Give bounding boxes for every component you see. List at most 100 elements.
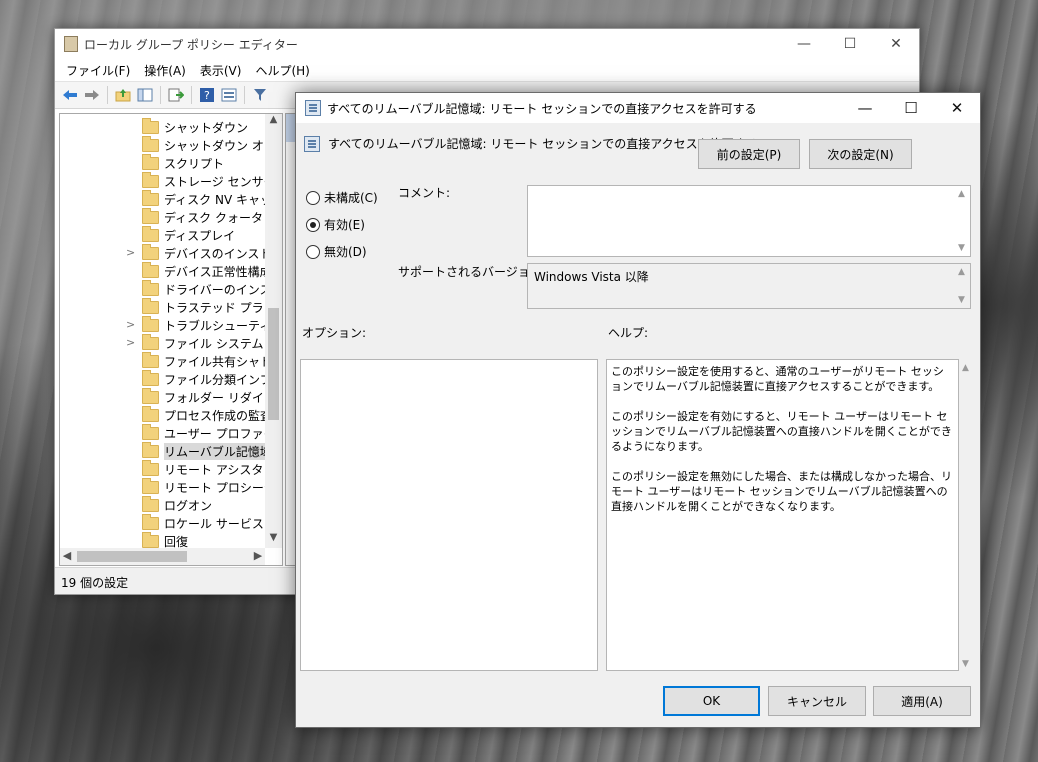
scroll-up-arrow-icon[interactable]: ▲	[958, 267, 965, 277]
scroll-up-arrow-icon[interactable]: ▲	[265, 114, 282, 130]
tree-horizontal-scrollbar[interactable]: ◀ ▶	[60, 548, 265, 565]
tree-item[interactable]: ドライバーのインストール	[60, 280, 265, 298]
tree-item[interactable]: ディスプレイ	[60, 226, 265, 244]
help-scrollbar[interactable]: ▲ ▼	[960, 359, 974, 671]
properties-icon[interactable]	[220, 86, 238, 104]
tree-rows: シャットダウンシャットダウン オプショスクリプトストレージ センサーディスク N…	[60, 118, 265, 550]
scroll-right-arrow-icon[interactable]: ▶	[251, 549, 265, 562]
tree-item[interactable]: シャットダウン オプショ	[60, 136, 265, 154]
scroll-up-arrow-icon[interactable]: ▲	[962, 363, 969, 373]
folder-icon	[142, 478, 159, 494]
supported-on-value: Windows Vista 以降	[534, 270, 649, 284]
expand-chevron-icon[interactable]: >	[126, 246, 136, 259]
scroll-down-arrow-icon[interactable]: ▼	[962, 659, 969, 669]
help-panel[interactable]: このポリシー設定を使用すると、通常のユーザーがリモート セッションでリムーバブル…	[606, 359, 959, 671]
tree-item[interactable]: シャットダウン	[60, 118, 265, 136]
tree-item-label: スクリプト	[164, 157, 225, 171]
options-panel[interactable]	[300, 359, 598, 671]
tree-item[interactable]: ファイル共有シャドウ コ	[60, 352, 265, 370]
radio-enabled[interactable]: 有効(E)	[306, 216, 365, 233]
supported-scrollbar[interactable]: ▲ ▼	[956, 264, 970, 308]
tree-item[interactable]: ストレージ センサー	[60, 172, 265, 190]
ok-button[interactable]: OK	[663, 686, 760, 716]
tree-item[interactable]: > デバイスのインストール	[60, 244, 265, 262]
radio-not-configured[interactable]: 未構成(C)	[306, 189, 378, 206]
tree-item[interactable]: リムーバブル記憶域へ	[60, 442, 265, 460]
tree-item[interactable]: ログオン	[60, 496, 265, 514]
svg-text:?: ?	[204, 89, 210, 102]
menu-view[interactable]: 表示(V)	[193, 62, 249, 79]
dialog-maximize-button[interactable]: ☐	[888, 93, 934, 123]
radio-circle[interactable]	[306, 244, 320, 259]
tree-item[interactable]: デバイス正常性構成証	[60, 262, 265, 280]
tree-item-label: シャットダウン	[164, 121, 249, 135]
tree-item[interactable]: トラステッド プラットフォ	[60, 298, 265, 316]
tree-item[interactable]: リモート アシスタンス	[60, 460, 265, 478]
tree-item-label: ストレージ センサー	[164, 175, 265, 189]
scroll-down-arrow-icon[interactable]: ▼	[265, 532, 282, 548]
export-list-icon[interactable]	[167, 86, 185, 104]
tree-hscroll-thumb[interactable]	[77, 551, 187, 562]
show-hide-tree-icon[interactable]	[136, 86, 154, 104]
tree-item-label: デバイス正常性構成証	[164, 265, 265, 279]
previous-setting-button[interactable]: 前の設定(P)	[698, 139, 800, 169]
minimize-button[interactable]: —	[781, 29, 827, 59]
next-setting-button[interactable]: 次の設定(N)	[809, 139, 912, 169]
expand-chevron-icon[interactable]: >	[126, 336, 136, 349]
tree-item[interactable]: ファイル分類インフラス	[60, 370, 265, 388]
setting-icon	[304, 135, 320, 152]
tree-item-label: シャットダウン オプショ	[164, 139, 265, 153]
folder-icon	[142, 280, 159, 296]
menu-action[interactable]: 操作(A)	[137, 62, 193, 79]
options-label: オプション:	[302, 326, 367, 340]
policy-setting-dialog: すべてのリムーバブル記憶域: リモート セッションでの直接アクセスを許可する —…	[295, 92, 981, 728]
comment-scrollbar[interactable]: ▲ ▼	[956, 186, 970, 256]
menu-file[interactable]: ファイル(F)	[59, 62, 137, 79]
cancel-button[interactable]: キャンセル	[768, 686, 866, 716]
forward-icon[interactable]	[83, 86, 101, 104]
scroll-down-arrow-icon[interactable]: ▼	[958, 243, 965, 253]
tree-item[interactable]: > ファイル システム	[60, 334, 265, 352]
help-icon[interactable]: ?	[198, 86, 216, 104]
policy-icon	[305, 100, 321, 116]
tree-item[interactable]: ユーザー プロファイル	[60, 424, 265, 442]
expand-chevron-icon[interactable]: >	[126, 318, 136, 331]
radio-circle[interactable]	[306, 217, 320, 232]
tree-item[interactable]: > トラブルシューティングと	[60, 316, 265, 334]
help-label: ヘルプ:	[608, 326, 649, 340]
maximize-button[interactable]: ☐	[827, 29, 873, 59]
policy-tree[interactable]: シャットダウンシャットダウン オプショスクリプトストレージ センサーディスク N…	[59, 113, 283, 566]
tree-vertical-scrollbar[interactable]: ▲ ▼	[265, 114, 282, 548]
gpedit-app-icon	[64, 36, 78, 52]
radio-disabled[interactable]: 無効(D)	[306, 243, 367, 260]
scroll-left-arrow-icon[interactable]: ◀	[60, 549, 74, 562]
folder-icon	[142, 496, 159, 512]
tree-item[interactable]: フォルダー リダイレクト	[60, 388, 265, 406]
tree-item-label: プロセス作成の監査	[164, 409, 265, 423]
tree-item[interactable]: スクリプト	[60, 154, 265, 172]
tree-item-label: ファイル分類インフラス	[164, 373, 265, 387]
up-folder-icon[interactable]	[114, 86, 132, 104]
tree-item[interactable]: ディスク クォータ	[60, 208, 265, 226]
tree-vscroll-thumb[interactable]	[268, 308, 279, 420]
main-window-title: ローカル グループ ポリシー エディター	[84, 37, 298, 52]
close-button[interactable]: ✕	[873, 29, 919, 59]
filter-icon[interactable]	[251, 86, 269, 104]
menu-help[interactable]: ヘルプ(H)	[248, 62, 316, 79]
supported-on-box: Windows Vista 以降 ▲ ▼	[527, 263, 971, 309]
tree-item[interactable]: リモート プロシージャ コ	[60, 478, 265, 496]
back-icon[interactable]	[61, 86, 79, 104]
tree-item[interactable]: ロケール サービス	[60, 514, 265, 532]
comment-textarea[interactable]: ▲ ▼	[527, 185, 971, 257]
help-paragraph: このポリシー設定を無効にした場合、または構成しなかった場合、リモート ユーザーは…	[611, 470, 952, 513]
dialog-minimize-button[interactable]: —	[842, 93, 888, 123]
scroll-up-arrow-icon[interactable]: ▲	[958, 189, 965, 199]
tree-item[interactable]: プロセス作成の監査	[60, 406, 265, 424]
dialog-close-button[interactable]: ✕	[934, 93, 980, 123]
apply-button[interactable]: 適用(A)	[873, 686, 971, 716]
radio-circle[interactable]	[306, 190, 320, 205]
folder-icon	[142, 298, 159, 314]
tree-item[interactable]: ディスク NV キャッシュ	[60, 190, 265, 208]
scroll-down-arrow-icon[interactable]: ▼	[958, 295, 965, 305]
folder-icon	[142, 244, 159, 260]
